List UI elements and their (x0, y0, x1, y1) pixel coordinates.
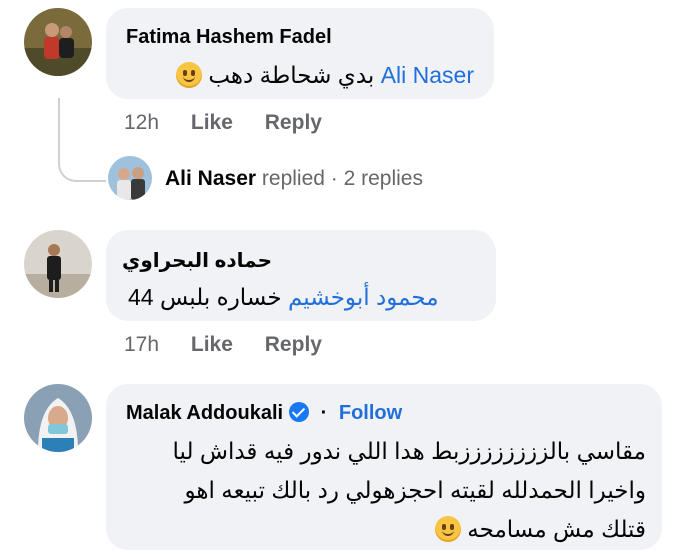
comment-author[interactable]: Fatima Hashem Fadel (126, 26, 332, 49)
rolling-laughing-emoji-icon (175, 62, 202, 88)
like-button[interactable]: Like (191, 111, 233, 134)
replied-count[interactable]: replied · 2 replies (262, 167, 423, 190)
comment-author[interactable]: Malak Addoukali (126, 402, 283, 424)
comment-actions: 17h Like Reply (124, 333, 348, 357)
avatar-fatima[interactable] (24, 8, 92, 76)
comment-line-2: واخيرا الحمدلله لقيته احجزهولي رد بالك ت… (184, 477, 646, 503)
replies-link[interactable]: Ali Naser replied · 2 replies (165, 167, 423, 191)
mention-link[interactable]: Ali Naser (381, 62, 474, 88)
comment-body: خساره بلبس 44 (128, 284, 282, 310)
smirk-emoji-icon (434, 516, 461, 542)
mention-link[interactable]: محمود أبوخشيم (288, 284, 439, 310)
reply-button[interactable]: Reply (265, 333, 322, 356)
avatar-malak[interactable] (24, 384, 92, 452)
comment-text: محمود أبوخشيم خساره بلبس 44 (128, 284, 439, 311)
comment-text: Ali Naser بدي شحاطة دهب (175, 62, 474, 89)
comment-line-1: مقاسي بالززززززززبط هدا اللي ندور فيه قد… (172, 438, 646, 464)
comment-time[interactable]: 17h (124, 333, 159, 356)
reply-thread-line (58, 98, 106, 182)
replied-name[interactable]: Ali Naser (165, 167, 256, 190)
comment-line-3: قتلك مش مسامحه (434, 516, 646, 543)
verified-badge-icon (289, 402, 310, 422)
like-button[interactable]: Like (191, 333, 233, 356)
reply-button[interactable]: Reply (265, 111, 322, 134)
comment-author[interactable]: حماده البحراوي (122, 248, 272, 273)
avatar-ali-naser[interactable] (108, 156, 152, 200)
comment-author-row: Malak Addoukali · Follow (126, 402, 402, 425)
comment-actions: 12h Like Reply (124, 111, 348, 135)
separator: · (320, 402, 328, 424)
comment-line-3-text: قتلك مش مسامحه (467, 516, 646, 542)
avatar-hamada[interactable] (24, 230, 92, 298)
follow-button[interactable]: Follow (339, 402, 402, 424)
comment-time[interactable]: 12h (124, 111, 159, 134)
comment-body: بدي شحاطة دهب (208, 62, 375, 88)
